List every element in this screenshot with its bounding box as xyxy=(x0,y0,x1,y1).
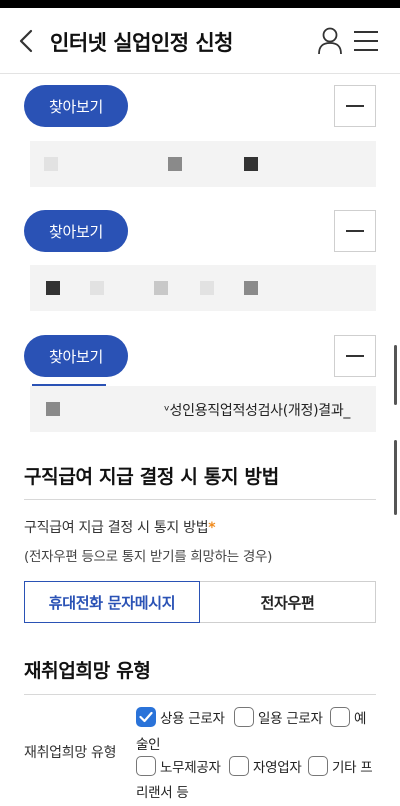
notify-label-text: 구직급여 지급 결정 시 통지 방법 xyxy=(24,520,209,536)
notify-hint: (전자우편 등으로 통지 받기를 희망하는 경우) xyxy=(24,549,273,565)
option-label: 자영업자 xyxy=(253,760,302,776)
search-file-button-2[interactable]: 찾아보기 xyxy=(24,210,128,252)
file-name-row-1 xyxy=(30,141,376,187)
checkbox[interactable] xyxy=(229,756,249,776)
reemployment-section-title: 재취업희망 유형 xyxy=(24,660,151,682)
notify-option-email[interactable]: 전자우편 xyxy=(200,581,376,623)
user-icon xyxy=(318,27,342,55)
search-file-button-1[interactable]: 찾아보기 xyxy=(24,85,128,127)
remove-file-button-2[interactable] xyxy=(334,210,376,252)
checkbox-checked[interactable] xyxy=(136,707,156,727)
option-label-wrap: 술인 xyxy=(136,737,161,753)
app-header: 인터넷 실업인정 신청 xyxy=(0,8,400,74)
redacted-block xyxy=(244,281,258,295)
remove-file-button-1[interactable] xyxy=(334,85,376,127)
status-bar xyxy=(0,0,400,8)
remove-file-button-3[interactable] xyxy=(334,335,376,377)
option-self-employed[interactable]: 자영업자 xyxy=(229,756,302,776)
back-button[interactable] xyxy=(14,26,38,56)
required-mark: * xyxy=(208,520,216,536)
option-label: 기타 프 xyxy=(332,760,373,776)
option-label: 상용 근로자 xyxy=(160,711,225,727)
redacted-block xyxy=(244,157,258,171)
option-freelancer[interactable]: 기타 프 xyxy=(308,756,373,776)
scrollbar-thumb[interactable] xyxy=(394,345,397,405)
option-label-wrap: 리랜서 등 xyxy=(136,785,189,801)
redacted-block xyxy=(200,281,214,295)
user-button[interactable] xyxy=(315,26,345,56)
minus-icon xyxy=(346,105,364,107)
redacted-block xyxy=(168,157,182,171)
checkbox[interactable] xyxy=(234,707,254,727)
redacted-block xyxy=(46,402,60,416)
reemployment-field-label: 재취업희망 유형 xyxy=(24,745,117,761)
checkbox[interactable] xyxy=(330,707,350,727)
scrollbar-thumb[interactable] xyxy=(394,440,397,515)
minus-icon xyxy=(346,355,364,357)
check-icon xyxy=(139,711,153,723)
hamburger-menu-icon xyxy=(354,31,378,51)
section-divider xyxy=(24,694,376,695)
option-labor-provider[interactable]: 노무제공자 xyxy=(136,756,221,776)
page-title: 인터넷 실업인정 신청 xyxy=(50,31,234,55)
minus-icon xyxy=(346,230,364,232)
file-name-text: ᵛ성인용직업적성검사(개정)결과_ xyxy=(164,403,351,419)
redacted-block xyxy=(44,157,58,171)
option-label: 일용 근로자 xyxy=(258,711,323,727)
redacted-block xyxy=(90,281,104,295)
checkbox[interactable] xyxy=(136,756,156,776)
notify-option-sms[interactable]: 휴대전화 문자메시지 xyxy=(24,581,200,623)
redacted-block xyxy=(154,281,168,295)
option-label: 예 xyxy=(354,711,367,727)
notify-field-label: 구직급여 지급 결정 시 통지 방법* xyxy=(24,517,216,537)
file-name-row-3: ᵛ성인용직업적성검사(개정)결과_ xyxy=(30,386,376,432)
option-artist[interactable]: 예 xyxy=(330,707,366,727)
file-name-row-2 xyxy=(30,265,376,311)
search-file-button-3[interactable]: 찾아보기 xyxy=(24,335,128,377)
option-daily-worker[interactable]: 일용 근로자 xyxy=(234,707,323,727)
option-label: 노무제공자 xyxy=(160,760,221,776)
redacted-block xyxy=(46,281,60,295)
menu-button[interactable] xyxy=(352,26,380,56)
checkbox[interactable] xyxy=(308,756,328,776)
option-regular-worker[interactable]: 상용 근로자 xyxy=(136,707,225,727)
notify-section-title: 구직급여 지급 결정 시 통지 방법 xyxy=(24,466,279,488)
section-divider xyxy=(24,499,376,500)
chevron-left-icon xyxy=(19,29,33,53)
